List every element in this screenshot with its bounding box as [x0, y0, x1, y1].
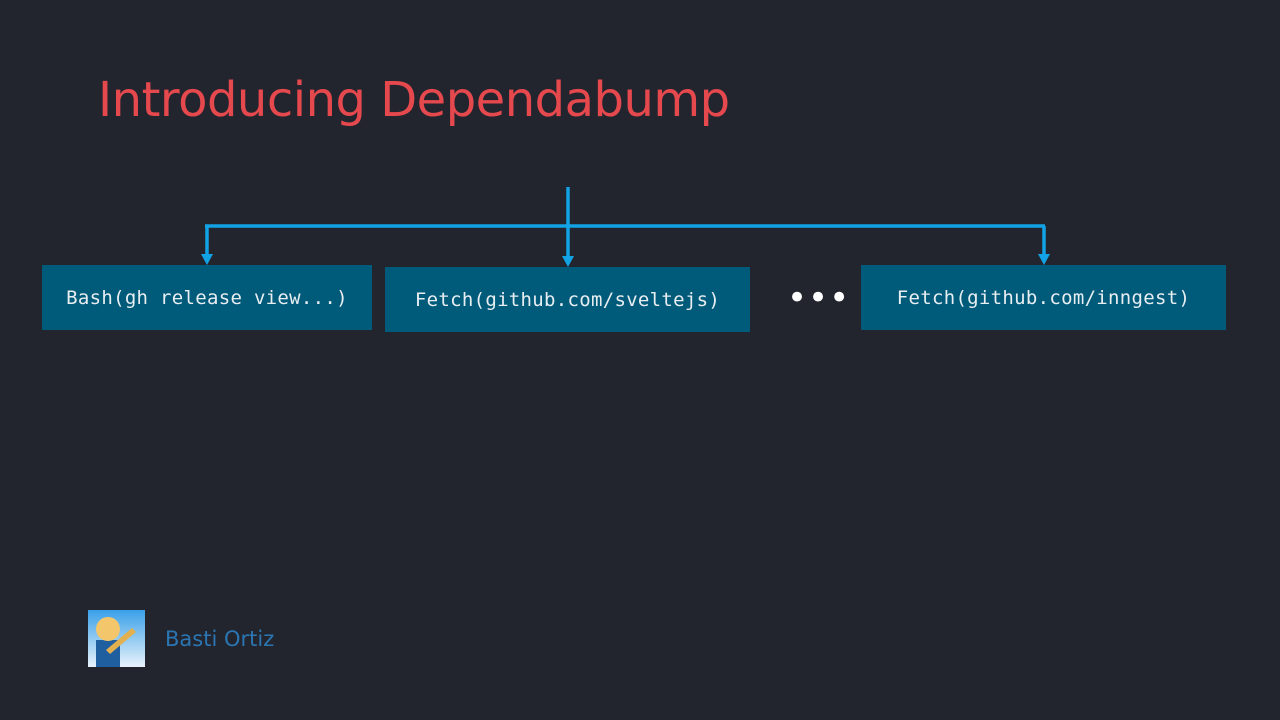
arrowhead-right	[1038, 254, 1050, 265]
node-fetch-inngest: Fetch(github.com/inngest)	[861, 265, 1226, 330]
node-label: Fetch(github.com/sveltejs)	[414, 288, 721, 311]
node-fetch-sveltejs: Fetch(github.com/sveltejs)	[385, 267, 750, 332]
ellipsis-more-nodes: •••	[787, 278, 851, 318]
node-label: Fetch(github.com/inngest)	[896, 286, 1191, 309]
node-label: Bash(gh release view...)	[66, 286, 348, 309]
author-footer: Basti Ortiz	[88, 610, 274, 667]
author-name: Basti Ortiz	[165, 626, 275, 651]
arrowhead-left	[201, 254, 213, 265]
arrowhead-center	[562, 256, 574, 267]
node-bash-release-view: Bash(gh release view...)	[42, 265, 372, 330]
avatar-portrait-icon	[88, 610, 145, 667]
slide: Introducing Dependabump Bash(gh release …	[0, 0, 1280, 720]
